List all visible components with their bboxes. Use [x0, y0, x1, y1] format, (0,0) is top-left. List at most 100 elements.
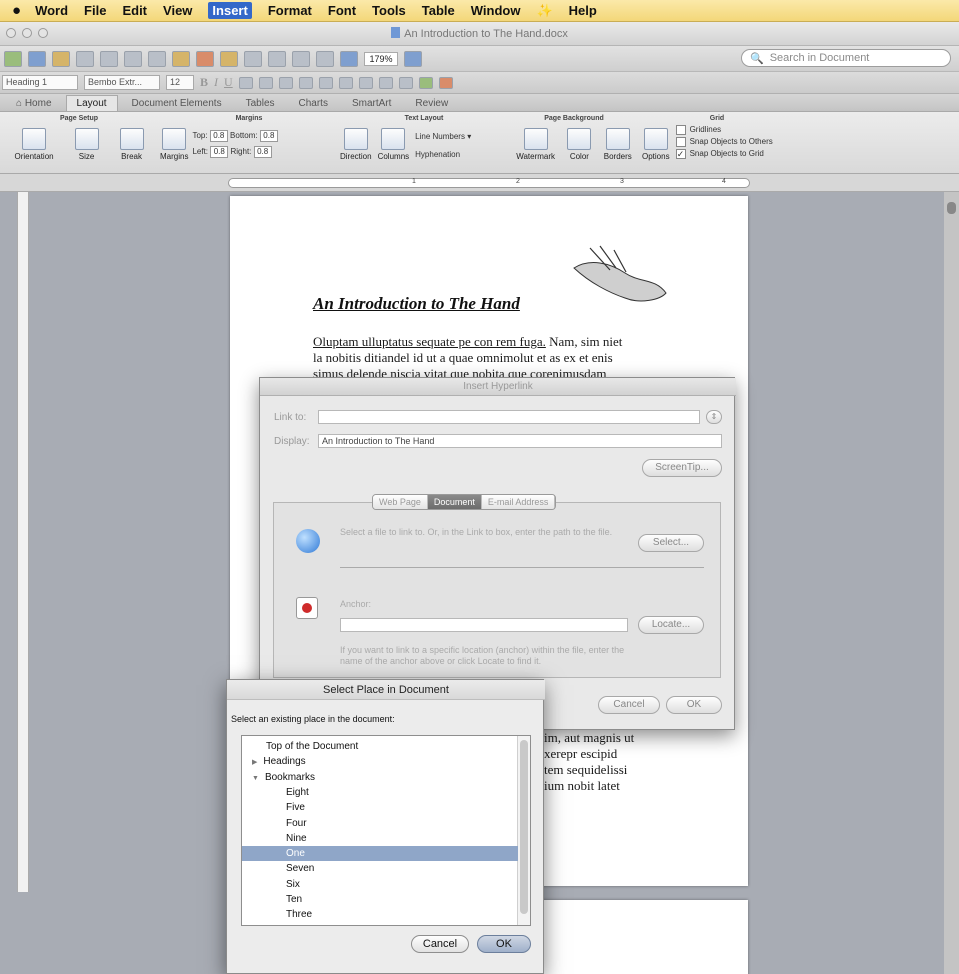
tree-item[interactable]: Four: [242, 816, 518, 831]
menu-file[interactable]: File: [84, 3, 106, 18]
grid-options-button[interactable]: Options: [642, 128, 670, 161]
orientation-button[interactable]: Orientation: [14, 128, 54, 161]
font-color-icon[interactable]: [438, 76, 453, 89]
hyperlink-cancel-button[interactable]: Cancel: [598, 696, 660, 714]
vertical-ruler[interactable]: [17, 192, 29, 892]
align-left-icon[interactable]: [238, 76, 253, 89]
tree-scrollbar[interactable]: [517, 736, 530, 925]
sidebar-icon[interactable]: [292, 50, 310, 67]
borders-icon[interactable]: [398, 76, 413, 89]
tab-document-elements[interactable]: Document Elements: [122, 96, 232, 111]
new-document-icon[interactable]: [4, 50, 22, 67]
menu-help[interactable]: Help: [569, 3, 597, 18]
print-icon[interactable]: [100, 50, 118, 67]
snap-to-grid-checkbox[interactable]: ✓ Snap Objects to Grid: [675, 148, 773, 160]
menu-script-icon[interactable]: ✨: [536, 3, 552, 19]
tree-item[interactable]: Eight: [242, 785, 518, 800]
bold-button[interactable]: B: [200, 75, 208, 90]
bottom-margin-field[interactable]: 0.8: [259, 130, 278, 142]
media-browser-icon[interactable]: [340, 50, 358, 67]
bullets-icon[interactable]: [318, 76, 333, 89]
tree-item[interactable]: ▶ Headings: [242, 754, 518, 769]
menu-tools[interactable]: Tools: [372, 3, 406, 18]
tab-charts[interactable]: Charts: [289, 96, 338, 111]
copy-icon[interactable]: [148, 50, 166, 67]
paragraph-2[interactable]: im, aut magnis ut xerepr escipid tem seq…: [544, 730, 634, 794]
pilcrow-icon[interactable]: [268, 50, 286, 67]
font-select[interactable]: Bembo Extr...: [84, 75, 160, 90]
place-tree[interactable]: Top of the Document ▶ Headings ▼ Bookmarks Ei…: [241, 735, 531, 926]
save-icon[interactable]: [76, 50, 94, 67]
toolbox-icon[interactable]: [316, 50, 334, 67]
menu-view[interactable]: View: [163, 3, 192, 18]
watermark-button[interactable]: Watermark: [516, 128, 555, 161]
font-size-select[interactable]: 12: [166, 75, 194, 90]
hyperlink-ok-button[interactable]: OK: [666, 696, 722, 714]
indent-icon[interactable]: [378, 76, 393, 89]
line-numbers-button[interactable]: Line Numbers ▾: [415, 128, 471, 146]
paragraph-1[interactable]: Oluptam ulluptatus sequate pe con rem fu…: [313, 334, 713, 382]
align-right-icon[interactable]: [278, 76, 293, 89]
tab-layout[interactable]: Layout: [65, 95, 118, 111]
cut-icon[interactable]: [124, 50, 142, 67]
screentip-button[interactable]: ScreenTip...: [642, 459, 722, 477]
search-input[interactable]: 🔍 Search in Document: [741, 49, 951, 67]
snap-to-others-checkbox[interactable]: Snap Objects to Others: [675, 136, 773, 148]
tab-review[interactable]: Review: [405, 96, 458, 111]
display-input[interactable]: An Introduction to The Hand: [318, 434, 722, 448]
tree-item[interactable]: One: [242, 846, 518, 862]
hyphenation-button[interactable]: Hyphenation: [415, 146, 471, 164]
horizontal-ruler[interactable]: 1 2 3 4: [0, 174, 959, 192]
help-icon[interactable]: [404, 50, 422, 67]
tab-email-address[interactable]: E-mail Address: [481, 495, 556, 509]
tab-smartart[interactable]: SmartArt: [342, 96, 401, 111]
borders-button[interactable]: Borders: [604, 128, 632, 161]
tab-web-page[interactable]: Web Page: [373, 495, 428, 509]
justify-icon[interactable]: [298, 76, 313, 89]
tree-item[interactable]: ▼ Bookmarks: [242, 770, 518, 785]
undo-icon[interactable]: [220, 50, 238, 67]
outdent-icon[interactable]: [358, 76, 373, 89]
place-ok-button[interactable]: OK: [477, 935, 531, 953]
break-button[interactable]: Break: [119, 128, 144, 161]
menu-table[interactable]: Table: [422, 3, 455, 18]
size-button[interactable]: Size: [74, 128, 99, 161]
tree-item[interactable]: Three: [242, 907, 518, 922]
menu-format[interactable]: Format: [268, 3, 312, 18]
scrollbar-thumb[interactable]: [947, 202, 956, 214]
numbering-icon[interactable]: [338, 76, 353, 89]
italic-button[interactable]: I: [214, 75, 218, 90]
tab-home[interactable]: ⌂ Home: [6, 96, 62, 111]
paste-icon[interactable]: [172, 50, 190, 67]
top-margin-field[interactable]: 0.8: [209, 130, 228, 142]
paragraph-link[interactable]: Oluptam ulluptatus sequate pe con rem fu…: [313, 334, 546, 349]
margins-button[interactable]: Margins: [160, 128, 188, 161]
gridlines-checkbox[interactable]: Gridlines: [675, 124, 773, 136]
right-margin-field[interactable]: 0.8: [253, 146, 272, 158]
vertical-scrollbar[interactable]: [944, 192, 959, 974]
place-cancel-button[interactable]: Cancel: [411, 935, 469, 953]
style-select[interactable]: Heading 1: [2, 75, 78, 90]
tree-item[interactable]: Ten: [242, 892, 518, 907]
tree-item[interactable]: Nine: [242, 831, 518, 846]
anchor-input[interactable]: [340, 618, 628, 632]
disclosure-collapsed-icon[interactable]: ▶: [252, 759, 257, 766]
tree-item[interactable]: Seven: [242, 861, 518, 876]
link-to-stepper[interactable]: ⇕: [706, 410, 722, 424]
select-button[interactable]: Select...: [638, 534, 704, 552]
disclosure-expanded-icon[interactable]: ▼: [252, 775, 259, 782]
menu-window[interactable]: Window: [471, 3, 521, 18]
menu-edit[interactable]: Edit: [122, 3, 147, 18]
align-center-icon[interactable]: [258, 76, 273, 89]
tab-document[interactable]: Document: [427, 495, 482, 509]
format-painter-icon[interactable]: [196, 50, 214, 67]
redo-icon[interactable]: [244, 50, 262, 67]
link-to-input[interactable]: [318, 410, 700, 424]
tab-tables[interactable]: Tables: [236, 96, 285, 111]
menu-font[interactable]: Font: [328, 3, 356, 18]
color-button[interactable]: Color: [567, 128, 592, 161]
highlight-icon[interactable]: [418, 76, 433, 89]
templates-icon[interactable]: [28, 50, 46, 67]
menu-word[interactable]: Word: [35, 3, 68, 18]
document-title[interactable]: An Introduction to The Hand: [313, 294, 520, 314]
